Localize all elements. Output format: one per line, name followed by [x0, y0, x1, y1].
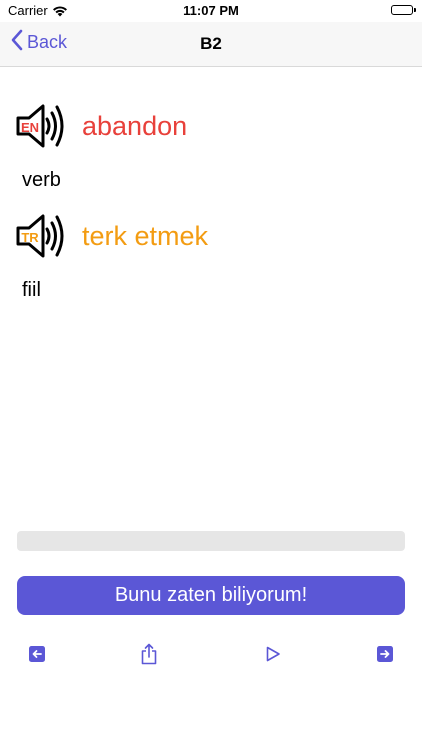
target-part-of-speech: fiil — [22, 279, 41, 301]
arrow-left-square-icon[interactable] — [28, 645, 46, 663]
battery-icon — [391, 5, 416, 15]
arrow-right-square-icon[interactable] — [376, 645, 394, 663]
page-title: B2 — [200, 34, 222, 53]
target-word-row: TR terk etmek — [16, 213, 208, 259]
lang-badge-en: EN — [21, 120, 39, 135]
lang-badge-tr: TR — [21, 230, 39, 245]
status-bar: Carrier 11:07 PM — [0, 0, 422, 22]
status-time: 11:07 PM — [183, 3, 239, 18]
navigation-bar: Back B2 — [0, 22, 422, 67]
source-word: abandon — [82, 110, 188, 141]
already-know-button[interactable]: Bunu zaten biliyorum! — [17, 576, 405, 615]
source-word-row: EN abandon — [16, 103, 187, 149]
source-part-of-speech: verb — [22, 169, 61, 191]
play-icon[interactable] — [264, 645, 282, 663]
speaker-en-icon[interactable]: EN — [16, 103, 70, 149]
progress-bar — [17, 531, 405, 551]
share-icon[interactable] — [140, 643, 158, 665]
target-word: terk etmek — [82, 220, 209, 251]
speaker-tr-icon[interactable]: TR — [16, 213, 70, 259]
